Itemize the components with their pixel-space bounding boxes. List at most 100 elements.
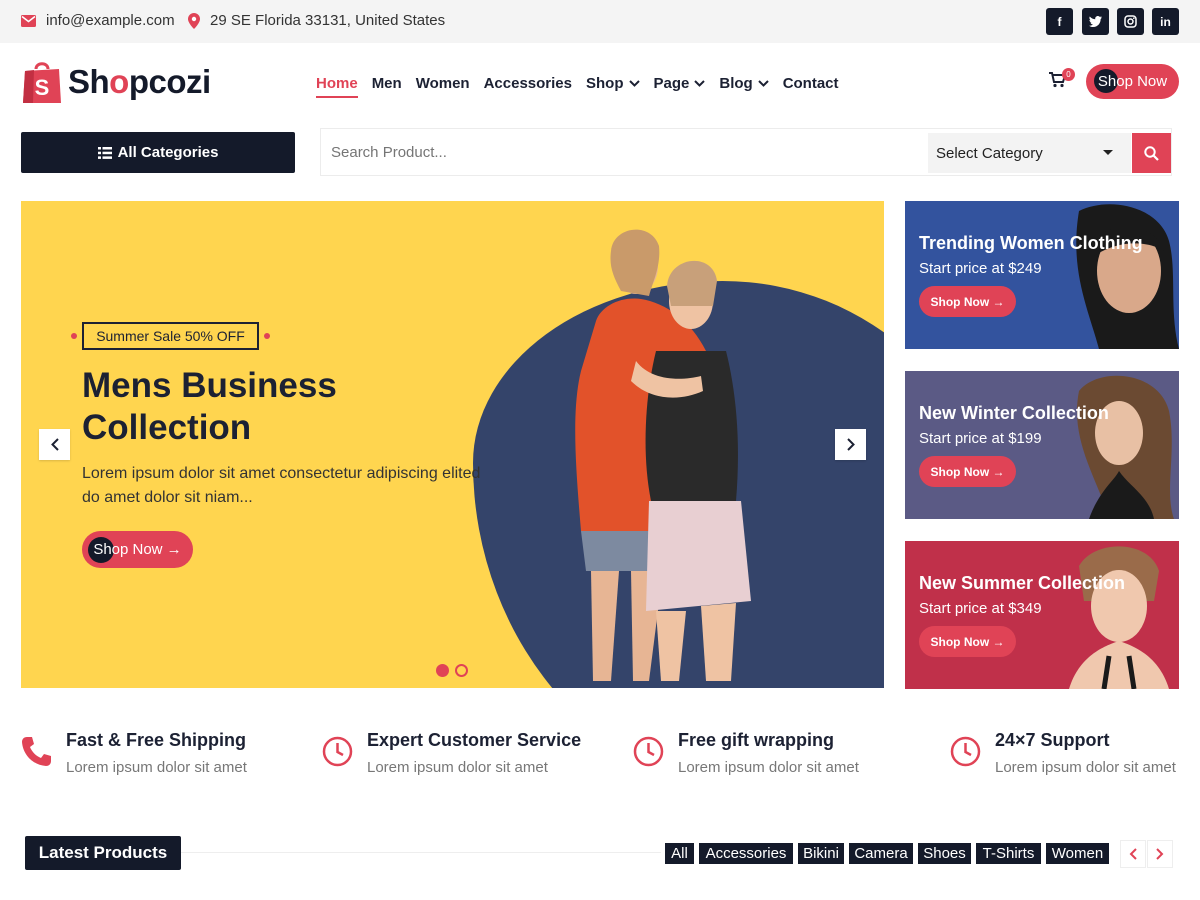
envelope-icon — [21, 14, 36, 27]
slider-dot[interactable] — [455, 664, 468, 677]
feature-gift-wrapping: Free gift wrapping Lorem ipsum dolor sit… — [633, 730, 859, 776]
banner-summer-collection[interactable]: New Summer Collection Start price at $34… — [905, 541, 1179, 689]
banner-title: Trending Women Clothing — [919, 233, 1143, 253]
section-divider — [181, 852, 661, 853]
nav-label: Women — [415, 75, 470, 92]
nav-label: Accessories — [483, 75, 572, 92]
filter-all[interactable]: All — [665, 843, 694, 864]
feature-subtitle: Lorem ipsum dolor sit amet — [367, 759, 548, 776]
nav-shop[interactable]: Shop — [586, 75, 640, 92]
banner-title: New Winter Collection — [919, 403, 1109, 423]
nav-contact[interactable]: Contact — [783, 75, 839, 92]
search-icon — [1144, 145, 1159, 161]
banner-price: Start price at $349 — [919, 600, 1042, 617]
banner-shop-now-button[interactable]: Shop Now → — [919, 286, 1016, 317]
category-select-value: Select Category — [936, 144, 1043, 162]
feature-title: 24×7 Support — [995, 730, 1110, 750]
phone-icon — [22, 737, 51, 766]
banner-trending-women[interactable]: Trending Women Clothing Start price at $… — [905, 201, 1179, 349]
slider-next-button[interactable] — [835, 429, 866, 460]
filter-bikini[interactable]: Bikini — [798, 843, 844, 864]
chevron-left-icon — [1129, 848, 1137, 860]
top-bar: info@example.com 29 SE Florida 33131, Un… — [0, 0, 1200, 43]
email-text: info@example.com — [46, 12, 175, 29]
chevron-down-icon — [757, 80, 769, 87]
nav-label: Contact — [782, 75, 839, 92]
hero-slider: Summer Sale 50% OFF Mens Business Collec… — [21, 201, 884, 688]
products-prev-button[interactable] — [1120, 840, 1146, 868]
feature-subtitle: Lorem ipsum dolor sit amet — [995, 759, 1176, 776]
nav-accessories[interactable]: Accessories — [484, 75, 572, 92]
chevron-right-icon — [846, 438, 855, 451]
tag-dot-decoration — [264, 333, 270, 339]
banner-model-image — [1076, 375, 1174, 519]
banner-price: Start price at $199 — [919, 430, 1042, 447]
feature-shipping: Fast & Free Shipping Lorem ipsum dolor s… — [21, 730, 247, 776]
nav-men[interactable]: Men — [372, 75, 402, 92]
instagram-icon[interactable] — [1117, 8, 1144, 35]
slider-dot-active[interactable] — [436, 664, 449, 677]
nav-label: Home — [316, 75, 358, 92]
filter-shoes[interactable]: Shoes — [918, 843, 971, 864]
search-bar: Select Category — [320, 128, 1172, 176]
chevron-right-icon — [1156, 848, 1164, 860]
hero-shop-now-button[interactable]: Shop Now → — [82, 531, 193, 568]
feature-title: Fast & Free Shipping — [66, 730, 247, 750]
facebook-icon[interactable]: f — [1046, 8, 1073, 35]
filter-t-shirts[interactable]: T-Shirts — [976, 843, 1041, 864]
sale-tag: Summer Sale 50% OFF — [82, 322, 259, 350]
category-select[interactable]: Select Category — [928, 133, 1131, 173]
nav-page[interactable]: Page — [654, 75, 706, 92]
banner-shop-now-button[interactable]: Shop Now → — [919, 456, 1016, 487]
banner-shop-now-button[interactable]: Shop Now → — [919, 626, 1016, 657]
feature-customer-service: Expert Customer Service Lorem ipsum dolo… — [322, 730, 581, 776]
banner-model-image — [1076, 204, 1179, 349]
map-pin-icon — [188, 12, 200, 29]
filter-women[interactable]: Women — [1046, 843, 1109, 864]
clock-icon — [950, 736, 981, 767]
feature-title: Free gift wrapping — [678, 730, 835, 750]
filter-accessories[interactable]: Accessories — [699, 843, 793, 864]
linkedin-icon[interactable]: in — [1152, 8, 1179, 35]
brand-name-part: Sh — [68, 63, 110, 100]
hero-models-image — [575, 229, 751, 681]
brand-name: Shopcozi — [68, 63, 211, 101]
caret-down-icon — [1103, 150, 1113, 155]
search-button[interactable] — [1132, 133, 1171, 173]
feature-title: Expert Customer Service — [367, 730, 582, 750]
nav-label: Page — [653, 75, 690, 92]
slider-prev-button[interactable] — [39, 429, 70, 460]
address-contact: 29 SE Florida 33131, United States — [188, 12, 445, 29]
email-contact[interactable]: info@example.com — [21, 12, 175, 29]
clock-icon — [322, 736, 353, 767]
brand-logo[interactable]: S Shopcozi — [22, 59, 211, 105]
feature-subtitle: Lorem ipsum dolor sit amet — [678, 759, 859, 776]
nav-label: Blog — [719, 75, 753, 92]
cart-count-badge: 0 — [1062, 68, 1075, 81]
hero-description: Lorem ipsum dolor sit amet consectetur a… — [82, 465, 481, 506]
chevron-down-icon — [628, 80, 640, 87]
header-shop-now-button[interactable]: Shop Now — [1086, 64, 1179, 99]
svg-text:S: S — [35, 75, 50, 100]
filter-camera[interactable]: Camera — [849, 843, 913, 864]
clock-icon — [633, 736, 664, 767]
banner-model-image — [1069, 546, 1169, 689]
nav-women[interactable]: Women — [416, 75, 470, 92]
nav-blog[interactable]: Blog — [719, 75, 769, 92]
search-input[interactable] — [321, 129, 921, 175]
feature-subtitle: Lorem ipsum dolor sit amet — [66, 759, 247, 776]
banner-winter-collection[interactable]: New Winter Collection Start price at $19… — [905, 371, 1179, 519]
brand-name-part: pcozi — [128, 63, 211, 100]
products-next-button[interactable] — [1147, 840, 1173, 868]
hero-title: Mens Business Collection — [82, 366, 337, 447]
tag-dot-decoration — [71, 333, 77, 339]
latest-products-title: Latest Products — [25, 836, 181, 870]
twitter-icon[interactable] — [1082, 8, 1109, 35]
address-text: 29 SE Florida 33131, United States — [210, 12, 446, 29]
hero-button-label: Shop Now → — [93, 541, 182, 558]
nav-home[interactable]: Home — [316, 75, 358, 98]
list-icon — [97, 146, 112, 159]
all-categories-button[interactable]: All Categories — [21, 132, 295, 173]
all-categories-label: All Categories — [117, 144, 219, 161]
nav-label: Men — [371, 75, 402, 92]
